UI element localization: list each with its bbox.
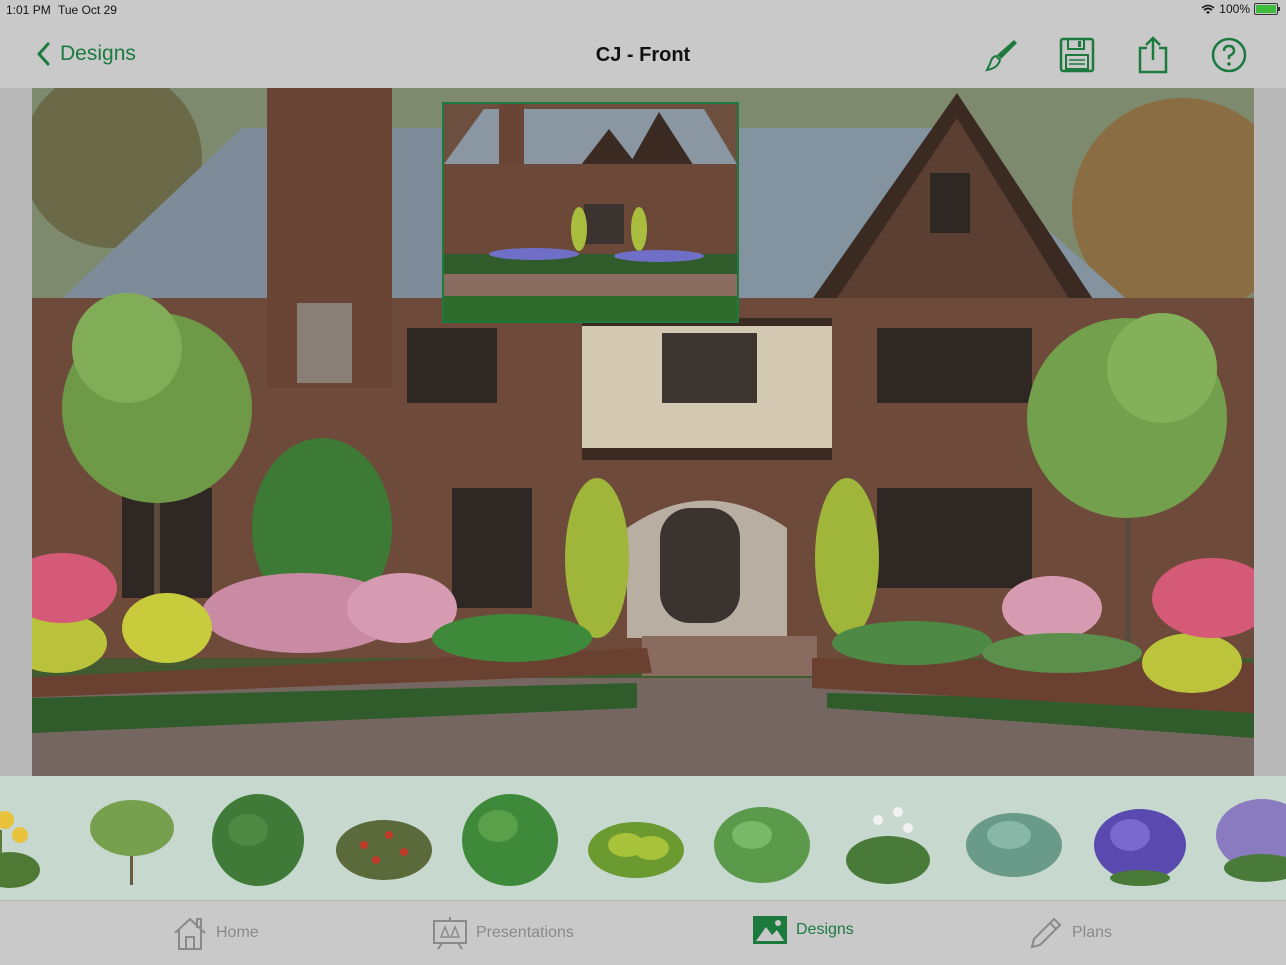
help-button[interactable]	[1210, 36, 1248, 74]
share-button[interactable]	[1134, 36, 1172, 74]
toolbar	[982, 36, 1248, 74]
plant-thumbnail	[846, 807, 930, 884]
plant-item-daylily[interactable]	[0, 790, 50, 890]
plant-thumbnail	[714, 807, 810, 883]
plant-item-round-shrub[interactable]	[460, 790, 560, 890]
plant-item-flowering-hosta[interactable]	[838, 790, 938, 890]
designs-icon	[753, 916, 787, 944]
tab-designs[interactable]: Designs	[752, 915, 854, 945]
plant-thumbnail	[212, 794, 304, 886]
paint-brush-button[interactable]	[982, 36, 1020, 74]
plant-item-hosta-yellow[interactable]	[586, 790, 686, 890]
plant-item-hosta-green[interactable]	[712, 790, 812, 890]
tab-plans[interactable]: Plans	[1028, 915, 1112, 951]
plant-item-red-shrub[interactable]	[334, 790, 434, 890]
plant-thumbnail	[1094, 809, 1186, 886]
status-time: 1:01 PM	[6, 3, 51, 17]
plant-thumbnail	[336, 820, 432, 880]
plant-item-boxwood[interactable]	[208, 790, 308, 890]
plant-item-purple-flowers[interactable]	[1090, 790, 1190, 890]
thumbnail-image	[444, 104, 737, 321]
paint-brush-icon	[985, 40, 1017, 72]
canvas-right-margin	[1254, 88, 1286, 778]
battery-percent: 100%	[1219, 2, 1250, 16]
share-icon	[1138, 36, 1168, 74]
plans-icon	[1030, 917, 1062, 949]
plant-thumbnail	[0, 811, 40, 888]
tab-presentations-label: Presentations	[476, 924, 574, 941]
save-button[interactable]	[1058, 36, 1096, 74]
canvas-left-margin	[0, 88, 32, 778]
tab-home-label: Home	[216, 924, 259, 941]
tab-home[interactable]: Home	[172, 915, 259, 951]
battery-icon	[1254, 3, 1280, 15]
plant-item-small-tree[interactable]	[82, 790, 182, 890]
home-icon	[174, 917, 206, 950]
tab-bar: Home Presentations Designs Plans	[0, 900, 1286, 965]
status-right: 100%	[1201, 2, 1280, 16]
plant-thumbnail	[966, 813, 1062, 877]
status-bar: 1:01 PM Tue Oct 29 100%	[0, 0, 1286, 20]
plant-item-blue-hosta[interactable]	[964, 790, 1064, 890]
nav-bar: Designs CJ - Front	[0, 20, 1286, 88]
save-icon	[1059, 37, 1095, 73]
tab-plans-label: Plans	[1072, 924, 1113, 941]
plant-thumbnail	[90, 800, 174, 885]
plant-thumbnail	[588, 822, 684, 878]
presentations-icon	[433, 917, 467, 950]
plant-thumbnail	[1216, 799, 1286, 882]
status-date: Tue Oct 29	[58, 3, 117, 17]
design-canvas[interactable]	[32, 88, 1254, 778]
tab-presentations[interactable]: Presentations	[432, 915, 574, 951]
help-icon	[1211, 37, 1247, 73]
plant-picker-tray	[0, 776, 1286, 900]
tab-designs-label: Designs	[796, 921, 854, 938]
wifi-icon	[1201, 4, 1215, 14]
plant-item-violet-flowers[interactable]	[1212, 790, 1286, 890]
overview-thumbnail[interactable]	[442, 102, 739, 323]
plant-thumbnail	[462, 794, 558, 886]
